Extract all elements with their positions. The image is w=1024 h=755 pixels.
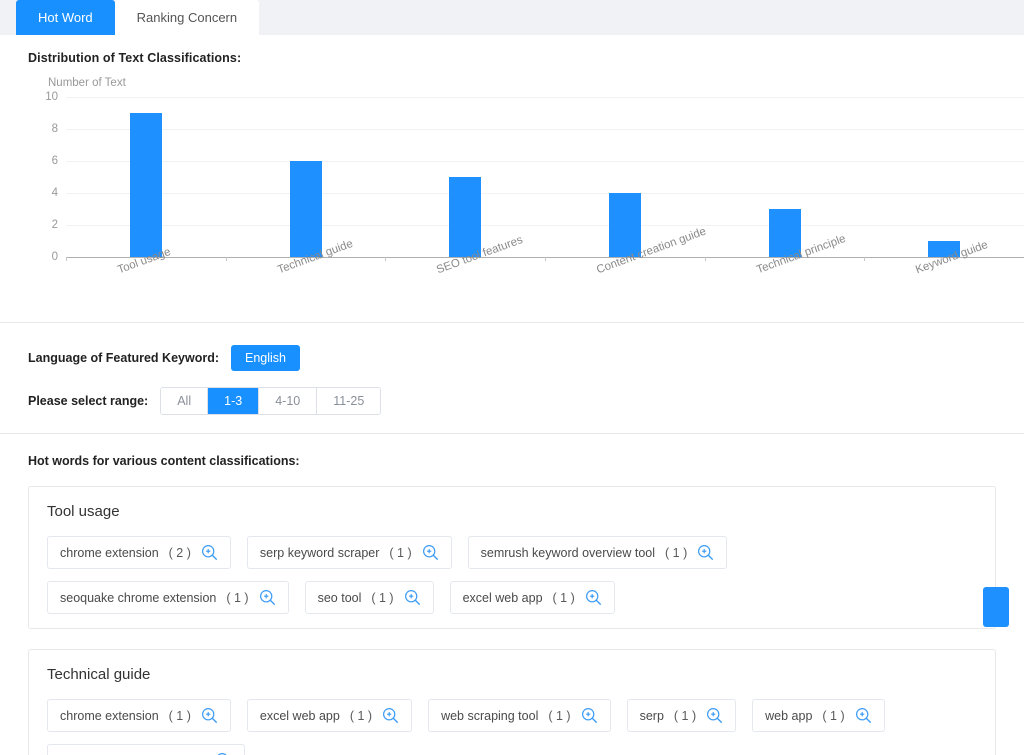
keyword-chip-label: chrome extension bbox=[60, 545, 159, 560]
bar-chart: Number of Text 0 2 4 6 8 10 Tool usage Technica… bbox=[28, 77, 1024, 312]
range-button-group: All 1-3 4-10 11-25 bbox=[160, 387, 382, 415]
zoom-in-icon[interactable] bbox=[201, 707, 218, 724]
zoom-in-icon[interactable] bbox=[201, 544, 218, 561]
chart-gridline bbox=[66, 225, 1024, 226]
y-axis-tick-label: 2 bbox=[51, 219, 58, 231]
chart-gridline bbox=[66, 193, 1024, 194]
hot-word-group-card: Technical guide chrome extension( 1 ) exce… bbox=[28, 649, 996, 755]
keyword-chip[interactable]: seoquake chrome extension ( 1 ) bbox=[47, 581, 289, 614]
x-axis-tick-mark bbox=[545, 257, 546, 261]
keyword-chip[interactable]: excel web app ( 1 ) bbox=[246, 699, 413, 732]
range-label: Please select range: bbox=[28, 394, 149, 408]
range-option-1-3[interactable]: 1-3 bbox=[208, 388, 260, 414]
y-axis-caption: Number of Text bbox=[48, 77, 126, 89]
range-filter-row: Please select range: All 1-3 4-10 11-25 bbox=[28, 387, 996, 415]
keyword-chip-label: excel web app bbox=[462, 590, 543, 605]
y-axis-tick-label: 10 bbox=[45, 91, 58, 103]
hot-words-title: Hot words for various content classifica… bbox=[28, 454, 300, 468]
chip-row: chrome extension ( 2 ) serp keyword scrape… bbox=[47, 536, 977, 614]
tab-hot-word[interactable]: Hot Word bbox=[16, 0, 115, 35]
keyword-chip-label: excel web app bbox=[259, 708, 340, 723]
group-name: Technical guide bbox=[47, 666, 151, 683]
hot-word-group-card: Tool usage chrome extension ( 2 ) serp keyw… bbox=[28, 486, 1009, 629]
keyword-chip[interactable]: chrome extension ( 1 ) bbox=[47, 699, 231, 732]
chart-title: Distribution of Text Classifications: bbox=[28, 51, 242, 65]
y-axis-tick-label: 6 bbox=[51, 155, 58, 167]
chart-bar[interactable] bbox=[608, 193, 641, 257]
keyword-chip-label: web app bbox=[765, 708, 813, 723]
zoom-in-icon[interactable] bbox=[259, 589, 276, 606]
group-name: Tool usage bbox=[47, 503, 120, 520]
tab-ranking-concern[interactable]: Ranking Concern bbox=[114, 0, 260, 35]
zoom-in-icon[interactable] bbox=[581, 707, 598, 724]
keyword-chip-label: serp bbox=[639, 708, 664, 723]
keyword-chip-count: ( 1 ) bbox=[168, 708, 191, 723]
language-english-button[interactable]: English bbox=[231, 345, 300, 371]
tab-hot-word-label: Hot Word bbox=[38, 10, 93, 25]
y-axis-tick-label: 4 bbox=[51, 187, 58, 199]
keyword-chip[interactable]: semrush keyword overview tool ( 1 ) bbox=[467, 536, 728, 569]
zoom-in-icon[interactable] bbox=[855, 707, 872, 724]
x-axis-tick-mark bbox=[385, 257, 387, 261]
keyword-chip[interactable]: serp ( 1 ) bbox=[626, 699, 737, 732]
keyword-chip[interactable]: google search result( 1 ) bbox=[47, 744, 245, 755]
keyword-chip-label: chrome extension bbox=[60, 708, 159, 723]
keyword-chip-count: ( 1 ) bbox=[349, 708, 373, 723]
hot-words-groups: Tool usage chrome extension ( 2 ) serp keyw… bbox=[28, 486, 1009, 755]
keyword-chip[interactable]: excel web app ( 1 ) bbox=[449, 581, 615, 614]
range-option-all[interactable]: All bbox=[161, 388, 209, 414]
keyword-chip-count: ( 1 ) bbox=[552, 590, 575, 605]
filters-panel: Language of Featured Keyword: English Pl… bbox=[0, 323, 1024, 434]
zoom-in-icon[interactable] bbox=[697, 544, 714, 561]
y-axis-tick-label: 8 bbox=[51, 123, 58, 135]
x-axis-tick-mark bbox=[704, 257, 706, 261]
keyword-chip-label: web scraping tool bbox=[441, 708, 539, 723]
language-filter-row: Language of Featured Keyword: English bbox=[28, 345, 996, 371]
zoom-in-icon[interactable] bbox=[706, 707, 723, 724]
keyword-chip-count: ( 1 ) bbox=[822, 708, 845, 723]
tab-bar: Hot Word Ranking Concern bbox=[0, 0, 1024, 35]
keyword-chip[interactable]: chrome extension ( 2 ) bbox=[47, 536, 231, 569]
keyword-chip-count: ( 1 ) bbox=[226, 590, 249, 605]
page-content: Distribution of Text Classifications: Nu… bbox=[0, 35, 1024, 755]
keyword-chip[interactable]: serp keyword scraper ( 1 ) bbox=[246, 536, 452, 569]
range-option-4-10[interactable]: 4-10 bbox=[259, 388, 318, 414]
keyword-chip-count: ( 2 ) bbox=[168, 545, 191, 560]
keyword-chip-label: seoquake chrome extension bbox=[60, 590, 217, 605]
zoom-in-icon[interactable] bbox=[585, 589, 602, 606]
keyword-chip-count: ( 1 ) bbox=[548, 708, 571, 723]
keyword-chip[interactable]: seo tool ( 1 ) bbox=[304, 581, 434, 614]
keyword-chip-count: ( 1 ) bbox=[665, 545, 688, 560]
keyword-chip[interactable]: web scraping tool ( 1 ) bbox=[428, 699, 611, 732]
hot-words-panel: Hot words for various content classifica… bbox=[0, 434, 1024, 755]
chart-gridline bbox=[66, 161, 1024, 162]
keyword-chip-label: serp keyword scraper bbox=[259, 545, 380, 560]
chip-row: chrome extension( 1 ) excel web app( 1 ) w… bbox=[47, 699, 977, 755]
y-axis-tick-label: 0 bbox=[51, 251, 58, 263]
chart-gridline bbox=[66, 129, 1024, 130]
zoom-in-icon[interactable] bbox=[404, 589, 421, 606]
chart-plot-area: 0 2 4 6 8 10 Tool usage Technical guide SEO tool… bbox=[45, 91, 1024, 276]
x-axis-tick-mark bbox=[864, 257, 866, 261]
range-option-11-25[interactable]: 11-25 bbox=[317, 388, 381, 414]
chart-bar[interactable] bbox=[289, 161, 322, 257]
chart-bar[interactable] bbox=[449, 177, 482, 257]
chart-bar[interactable] bbox=[129, 113, 162, 257]
keyword-chip[interactable]: web app ( 1 ) bbox=[752, 699, 885, 732]
language-label: Language of Featured Keyword: bbox=[28, 351, 219, 365]
keyword-chip-count: ( 1 ) bbox=[371, 590, 394, 605]
chart-gridline bbox=[66, 97, 1024, 98]
zoom-in-icon[interactable] bbox=[422, 544, 439, 561]
keyword-chip-count: ( 1 ) bbox=[673, 708, 697, 723]
tab-ranking-concern-label: Ranking Concern bbox=[136, 10, 238, 25]
zoom-in-icon[interactable] bbox=[382, 707, 399, 724]
keyword-chip-label: seo tool bbox=[317, 590, 362, 605]
floating-side-action-button[interactable] bbox=[983, 587, 1009, 627]
keyword-chip-label: semrush keyword overview tool bbox=[480, 545, 656, 560]
x-axis-tick-mark bbox=[66, 257, 67, 261]
x-axis-tick-mark bbox=[225, 257, 227, 261]
keyword-chip-count: ( 1 ) bbox=[389, 545, 412, 560]
chart-panel: Distribution of Text Classifications: Nu… bbox=[0, 35, 1024, 323]
